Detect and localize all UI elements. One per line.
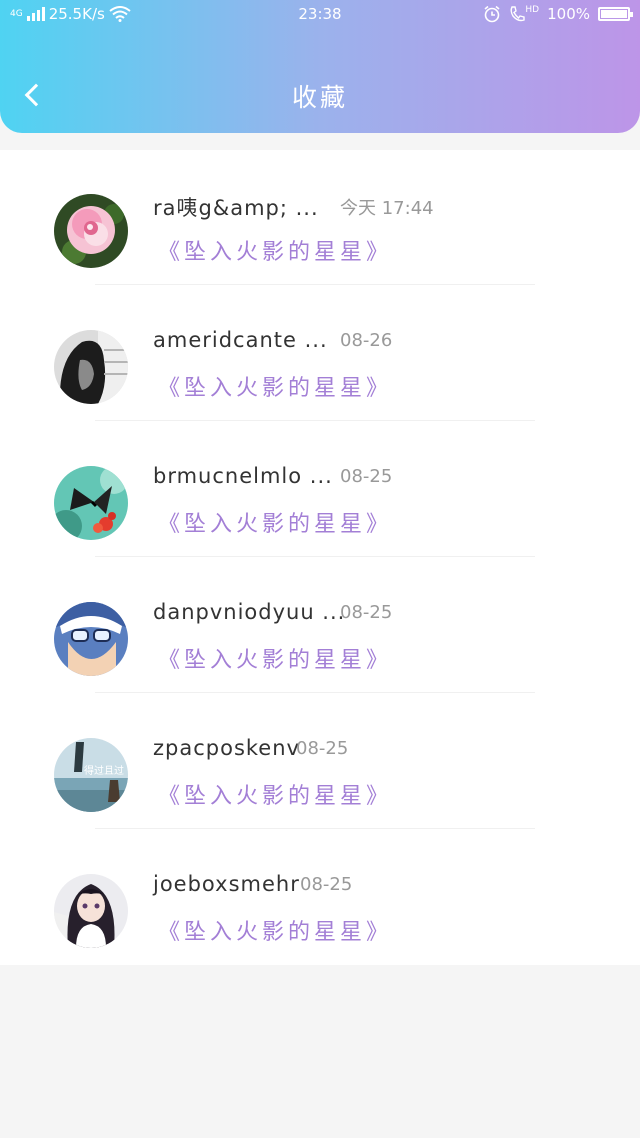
timestamp: 08-26 bbox=[340, 330, 393, 351]
user-name: brmucnelmlo ... bbox=[153, 464, 333, 488]
user-name: danpvniodyuu ... bbox=[153, 600, 346, 624]
user-name: zpacposkenv bbox=[153, 736, 300, 760]
avatar[interactable]: 得过且过 bbox=[54, 738, 128, 812]
list-item[interactable]: ra咦g&amp; ... 今天 17:44 《坠入火影的星星》 bbox=[0, 150, 640, 286]
divider bbox=[95, 828, 535, 829]
avatar[interactable] bbox=[54, 194, 128, 268]
divider bbox=[95, 420, 535, 421]
timestamp: 08-25 bbox=[296, 738, 349, 759]
avatar-caption: 得过且过 bbox=[84, 764, 124, 777]
hd-label: HD bbox=[525, 5, 540, 15]
avatar[interactable] bbox=[54, 602, 128, 676]
avatar[interactable] bbox=[54, 874, 128, 948]
timestamp: 08-25 bbox=[340, 466, 393, 487]
work-title[interactable]: 《坠入火影的星星》 bbox=[158, 506, 392, 538]
battery-icon bbox=[598, 7, 633, 21]
timestamp: 08-25 bbox=[300, 874, 353, 895]
work-title[interactable]: 《坠入火影的星星》 bbox=[158, 914, 392, 946]
list-item[interactable]: joeboxsmehr 08-25 《坠入火影的星星》 bbox=[0, 830, 640, 966]
timestamp: 08-25 bbox=[340, 602, 393, 623]
list-item[interactable]: 得过且过 zpacposkenv 08-25 《坠入火影的星星》 bbox=[0, 694, 640, 830]
user-name: ameridcante ... bbox=[153, 328, 328, 352]
divider bbox=[95, 556, 535, 557]
alarm-icon bbox=[484, 5, 500, 23]
work-title[interactable]: 《坠入火影的星星》 bbox=[158, 642, 392, 674]
app-header: 4G 25.5K/s 23:38 HD 100% 收藏 bbox=[0, 0, 640, 133]
list-item[interactable]: danpvniodyuu ... 08-25 《坠入火影的星星》 bbox=[0, 558, 640, 694]
divider bbox=[95, 284, 535, 285]
battery-percent: 100% bbox=[547, 5, 590, 23]
page-title: 收藏 bbox=[291, 83, 348, 112]
work-title[interactable]: 《坠入火影的星星》 bbox=[158, 234, 392, 266]
favorites-list: ra咦g&amp; ... 今天 17:44 《坠入火影的星星》 ameridc… bbox=[0, 150, 640, 965]
status-right: HD 100% bbox=[483, 5, 633, 23]
list-item[interactable]: ameridcante ... 08-26 《坠入火影的星星》 bbox=[0, 286, 640, 422]
avatar[interactable] bbox=[54, 330, 128, 404]
hd-call-icon: HD bbox=[509, 5, 539, 23]
user-name: ra咦g&amp; ... bbox=[153, 196, 319, 220]
user-name: joeboxsmehr bbox=[153, 872, 300, 896]
status-bar: 4G 25.5K/s 23:38 HD 100% bbox=[0, 0, 640, 28]
work-title[interactable]: 《坠入火影的星星》 bbox=[158, 778, 392, 810]
divider bbox=[95, 692, 535, 693]
timestamp: 今天 17:44 bbox=[340, 198, 434, 219]
list-item[interactable]: brmucnelmlo ... 08-25 《坠入火影的星星》 bbox=[0, 422, 640, 558]
work-title[interactable]: 《坠入火影的星星》 bbox=[158, 370, 392, 402]
avatar[interactable] bbox=[54, 466, 128, 540]
